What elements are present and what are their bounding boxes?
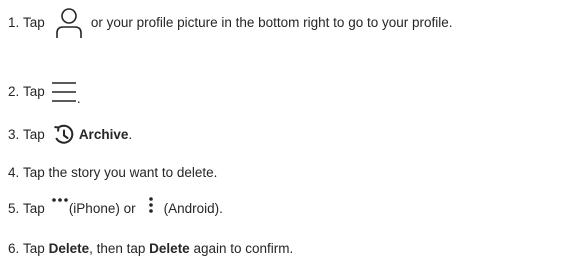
more-vertical-icon <box>148 196 154 214</box>
step-text: , then tap <box>89 241 146 256</box>
step-number: 2. <box>8 84 20 99</box>
step-text: (Android). <box>163 201 223 216</box>
profile-icon <box>55 8 83 38</box>
step-bold-text: Archive <box>78 127 129 142</box>
more-horizontal-icon <box>51 196 69 206</box>
archive-icon <box>53 124 75 146</box>
step-4: 4. Tap the story you want to delete. <box>8 164 217 182</box>
step-text: . <box>76 91 81 106</box>
step-text: (iPhone) or <box>68 201 136 216</box>
step-text: . <box>128 127 133 142</box>
step-number: 3. <box>8 127 20 142</box>
step-bold-text: Delete <box>48 241 90 256</box>
step-text: Tap <box>23 201 45 216</box>
step-text: again to confirm. <box>193 241 294 256</box>
step-bold-text: Delete <box>149 241 190 256</box>
menu-icon <box>51 81 77 103</box>
step-text: Tap <box>23 84 45 99</box>
step-number: 1. <box>8 15 20 30</box>
step-text: or your profile picture in the bottom ri… <box>90 15 453 30</box>
step-1: 1. Tap or your profile picture in the bo… <box>8 6 453 40</box>
step-3: 3. Tap Archive. <box>8 122 132 148</box>
step-6: 6. Tap Delete, then tap Delete again to … <box>8 240 293 258</box>
step-text: Tap the story you want to delete. <box>23 165 218 180</box>
step-5: 5. Tap (iPhone) or (Android). <box>8 196 223 222</box>
step-number: 6. <box>8 241 20 256</box>
step-text: Tap <box>23 127 45 142</box>
step-text: Tap <box>23 15 45 30</box>
step-number: 5. <box>8 201 20 216</box>
step-number: 4. <box>8 165 20 180</box>
step-text: Tap <box>23 241 45 256</box>
step-2: 2. Tap . <box>8 76 81 108</box>
